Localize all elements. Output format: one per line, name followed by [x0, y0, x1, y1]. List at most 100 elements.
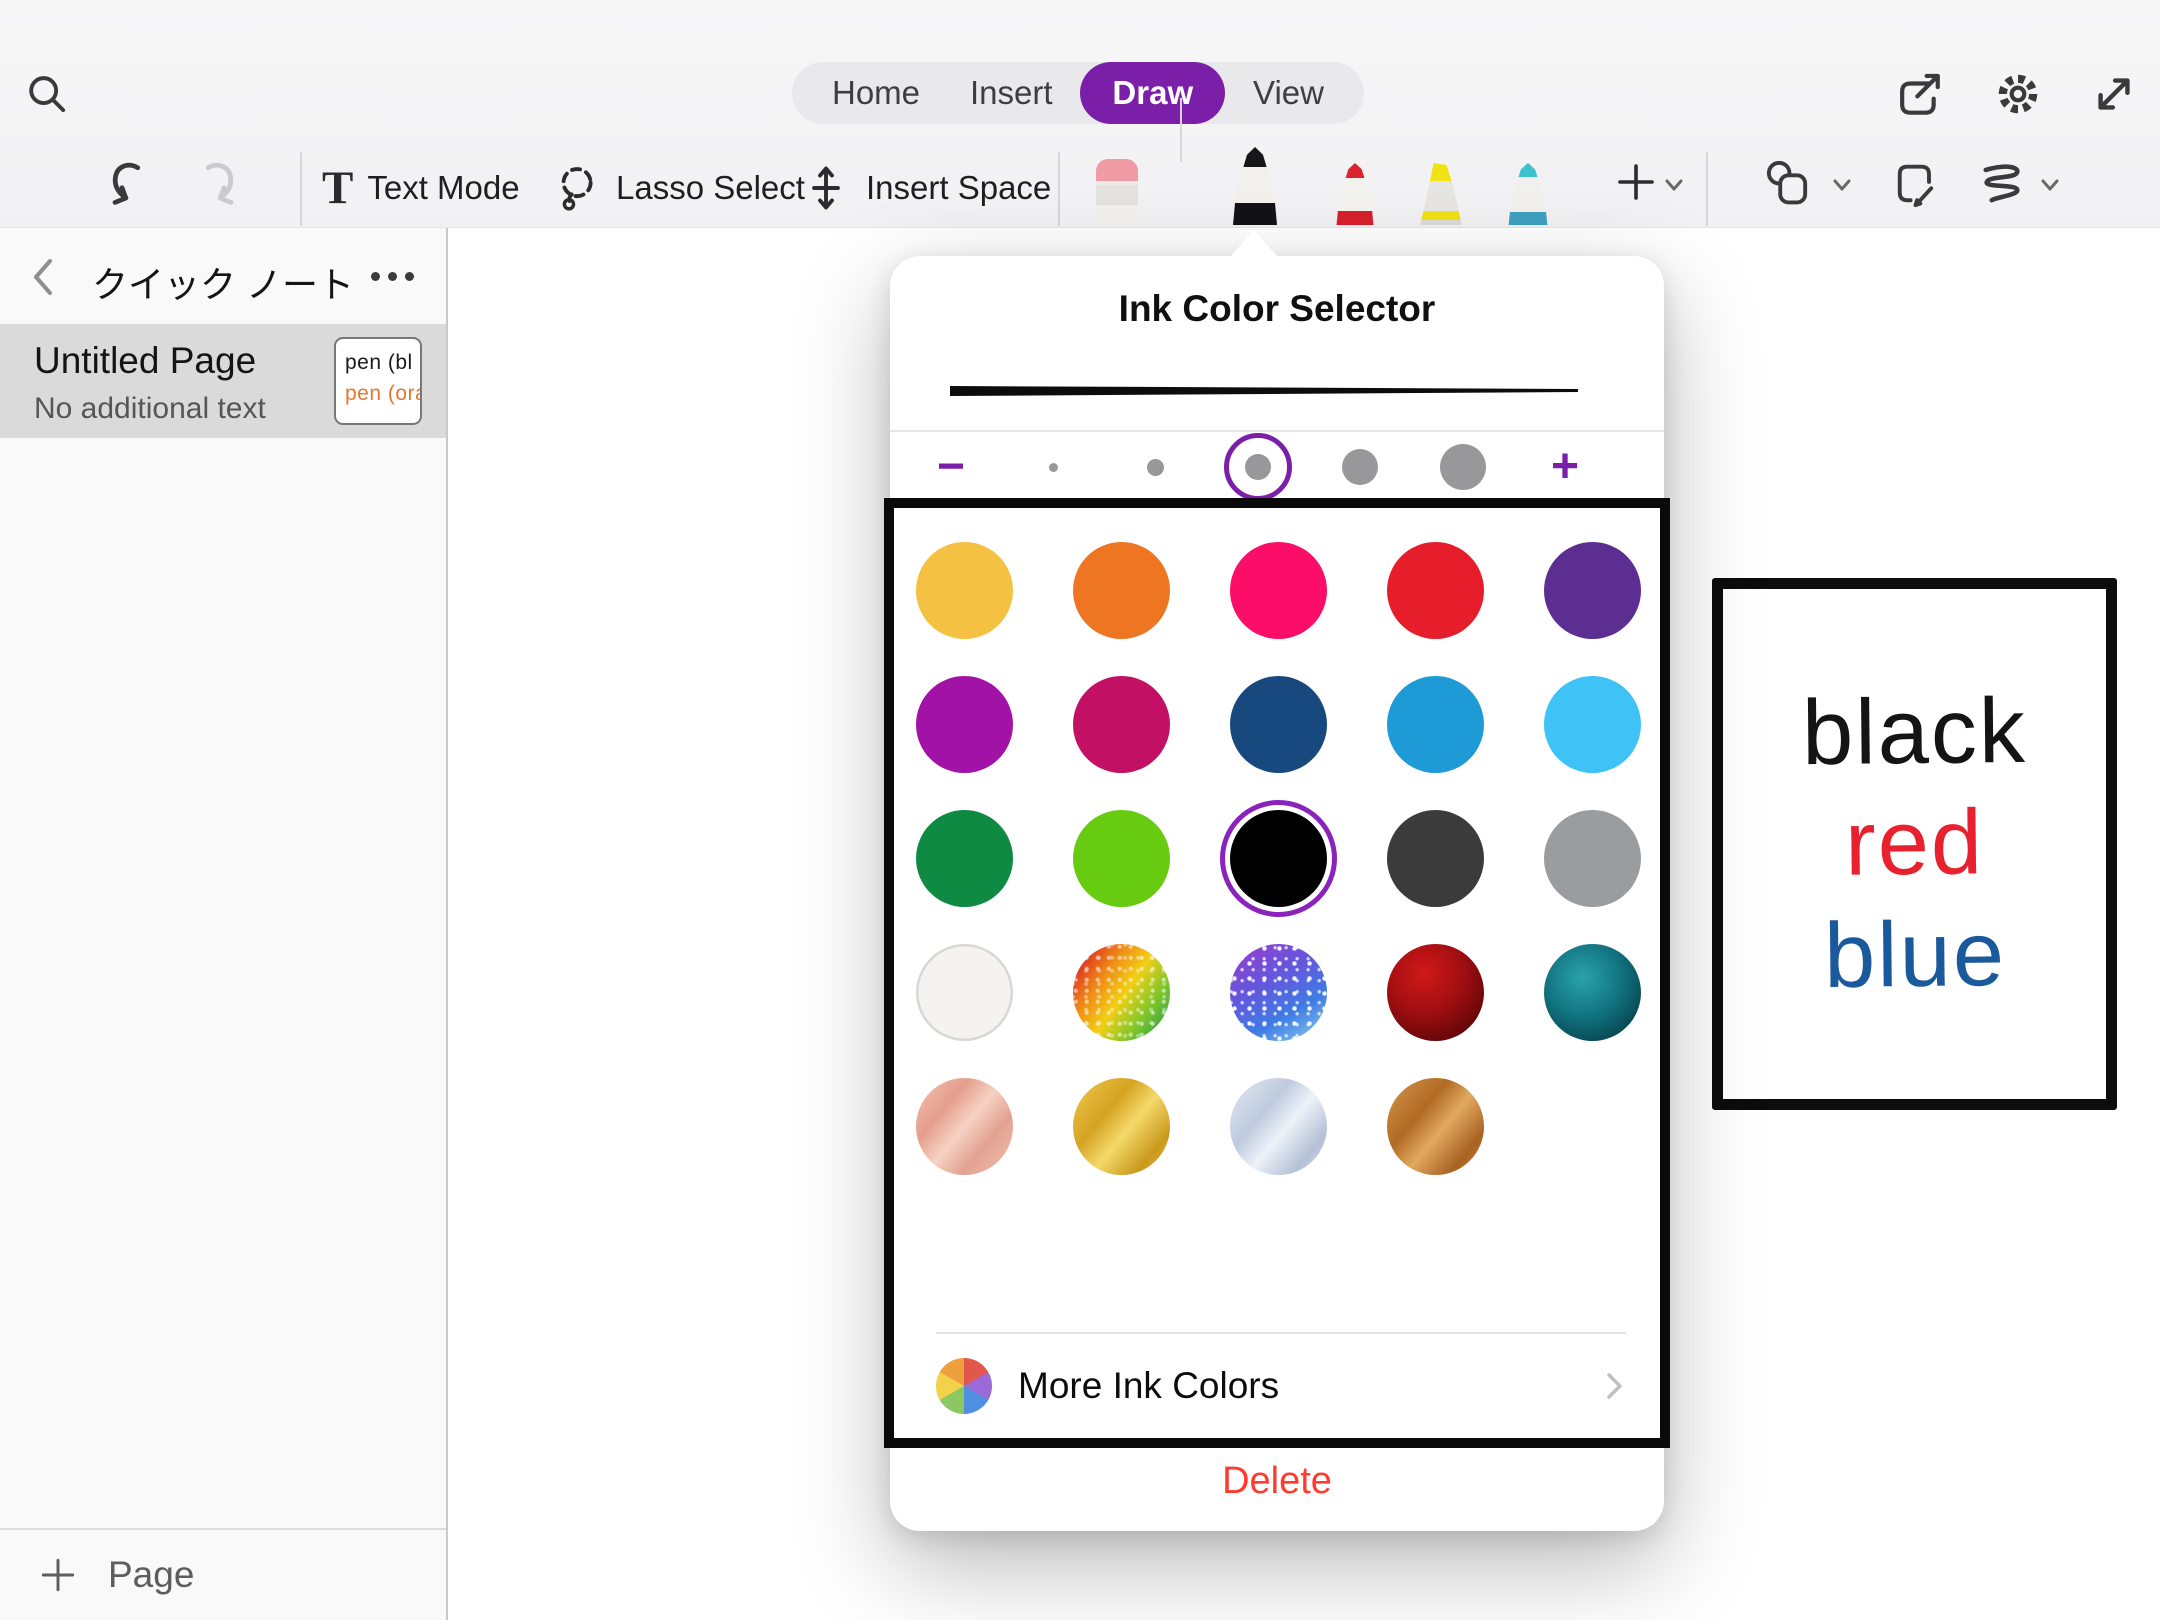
- swatch-green[interactable]: [916, 810, 1013, 907]
- swatch-dark-gray[interactable]: [1387, 810, 1484, 907]
- thumbnail-ink-line: pen (bl: [345, 347, 420, 378]
- ink-replay-chevron[interactable]: [2038, 176, 2062, 194]
- swatch-galaxy[interactable]: [1230, 944, 1327, 1041]
- share-button[interactable]: [1894, 66, 1950, 122]
- swatch-pink[interactable]: [1230, 542, 1327, 639]
- ink-word-black: black: [1802, 680, 2028, 785]
- ink-drawing-box: blackredblue: [1712, 578, 2117, 1110]
- plus-icon: [1612, 158, 1660, 206]
- page-list-item[interactable]: Untitled Page No additional text pen (bl…: [0, 324, 446, 438]
- decrease-size-button[interactable]: −: [928, 443, 974, 491]
- undo-icon: [102, 158, 154, 210]
- stroke-width-preview: [950, 384, 1578, 398]
- ribbon-divider: [300, 152, 302, 226]
- size-dot-1[interactable]: [1030, 444, 1076, 490]
- swatch-purple[interactable]: [1544, 542, 1641, 639]
- swatch-red[interactable]: [1387, 542, 1484, 639]
- swatch-gold[interactable]: [1073, 1078, 1170, 1175]
- chevron-down-icon: [1663, 177, 1685, 193]
- ellipsis-icon: [371, 272, 380, 281]
- swatch-navy-blue[interactable]: [1230, 676, 1327, 773]
- pen-rack: [1096, 0, 1550, 225]
- more-ink-colors-button[interactable]: More Ink Colors: [936, 1332, 1626, 1438]
- swatch-gray[interactable]: [1544, 810, 1641, 907]
- swatch-orange[interactable]: [1073, 542, 1170, 639]
- chevron-right-icon: [1604, 1370, 1626, 1402]
- shapes-button[interactable]: [1764, 158, 1816, 210]
- redo-button[interactable]: [192, 158, 244, 210]
- add-page-button[interactable]: Page: [0, 1528, 446, 1620]
- page-subtitle: No additional text: [34, 392, 266, 426]
- chevron-down-icon: [2039, 177, 2061, 193]
- size-dot-2[interactable]: [1133, 444, 1179, 490]
- ink-annotation-icon: [1890, 158, 1942, 210]
- lasso-select-button[interactable]: Lasso Select: [550, 150, 805, 226]
- eraser[interactable]: [1096, 159, 1138, 225]
- size-dot-3[interactable]: [1235, 444, 1281, 490]
- size-dot-fill: [1147, 459, 1164, 476]
- ink-replay-button[interactable]: [1976, 158, 2028, 210]
- swatch-black[interactable]: [1230, 810, 1327, 907]
- lasso-select-label: Lasso Select: [616, 169, 805, 207]
- insert-space-icon: [800, 162, 852, 214]
- swatch-yellow[interactable]: [916, 542, 1013, 639]
- tab-home[interactable]: Home: [810, 62, 942, 124]
- text-mode-label: Text Mode: [367, 169, 519, 207]
- add-pen-button[interactable]: [1612, 158, 1660, 206]
- redo-icon: [192, 158, 244, 210]
- notebook-menu-button[interactable]: [371, 272, 414, 281]
- swatch-sky-blue[interactable]: [1544, 676, 1641, 773]
- ribbon-divider: [1706, 152, 1708, 226]
- color-wheel-icon: [936, 1358, 992, 1414]
- swatch-silver[interactable]: [1230, 1078, 1327, 1175]
- pencil-teal[interactable]: [1506, 163, 1550, 225]
- lasso-icon: [550, 162, 602, 214]
- swatch-ocean-marble[interactable]: [1544, 944, 1641, 1041]
- ink-annotation-button[interactable]: [1890, 158, 1942, 210]
- topbar-actions: [1894, 66, 2142, 122]
- swatch-blue[interactable]: [1387, 676, 1484, 773]
- page-title: Untitled Page: [34, 340, 256, 382]
- insert-space-button[interactable]: Insert Space: [800, 150, 1051, 226]
- swatch-violet[interactable]: [916, 676, 1013, 773]
- pen-divider: [1180, 98, 1182, 162]
- ink-word-blue: blue: [1823, 903, 2006, 1008]
- search-button[interactable]: [22, 70, 74, 122]
- size-dot-4[interactable]: [1337, 444, 1383, 490]
- notebook-title: クイック ノート: [0, 256, 446, 308]
- tab-insert[interactable]: Insert: [948, 62, 1075, 124]
- color-grid: [916, 542, 1641, 1175]
- swatch-raspberry[interactable]: [1073, 676, 1170, 773]
- shapes-icon: [1764, 158, 1816, 210]
- swatch-lime-green[interactable]: [1073, 810, 1170, 907]
- swatch-rainbow-glitter[interactable]: [1073, 944, 1170, 1041]
- popup-title: Ink Color Selector: [890, 288, 1664, 330]
- delete-pen-button[interactable]: Delete: [890, 1454, 1664, 1508]
- settings-button[interactable]: [1990, 66, 2046, 122]
- page-thumbnail: pen (blpen (ora: [334, 337, 422, 425]
- swatch-white[interactable]: [916, 944, 1013, 1041]
- swatch-bronze[interactable]: [1387, 1078, 1484, 1175]
- text-mode-button[interactable]: T Text Mode: [322, 150, 520, 226]
- chevron-down-icon: [1831, 177, 1853, 193]
- highlighter-yellow[interactable]: [1418, 163, 1464, 225]
- swatch-rose-gold[interactable]: [916, 1078, 1013, 1175]
- stroke-size-row: − +: [928, 438, 1588, 496]
- fullscreen-button[interactable]: [2086, 66, 2142, 122]
- pen-red[interactable]: [1334, 163, 1376, 225]
- increase-size-button[interactable]: +: [1542, 443, 1588, 491]
- swatch-red-marble[interactable]: [1387, 944, 1484, 1041]
- size-dot-fill: [1342, 449, 1378, 485]
- share-icon: [1894, 66, 1950, 122]
- undo-button[interactable]: [102, 158, 154, 210]
- size-dot-5[interactable]: [1440, 444, 1486, 490]
- size-dot-fill: [1245, 454, 1271, 480]
- add-pen-chevron[interactable]: [1662, 176, 1686, 194]
- insert-space-label: Insert Space: [866, 169, 1051, 207]
- plus-icon: [36, 1553, 80, 1597]
- gear-icon: [1990, 66, 2046, 122]
- pen-black[interactable]: [1230, 147, 1280, 225]
- thumbnail-ink-line: pen (ora: [345, 378, 420, 409]
- squiggle-icon: [1976, 158, 2028, 210]
- shapes-chevron[interactable]: [1830, 176, 1854, 194]
